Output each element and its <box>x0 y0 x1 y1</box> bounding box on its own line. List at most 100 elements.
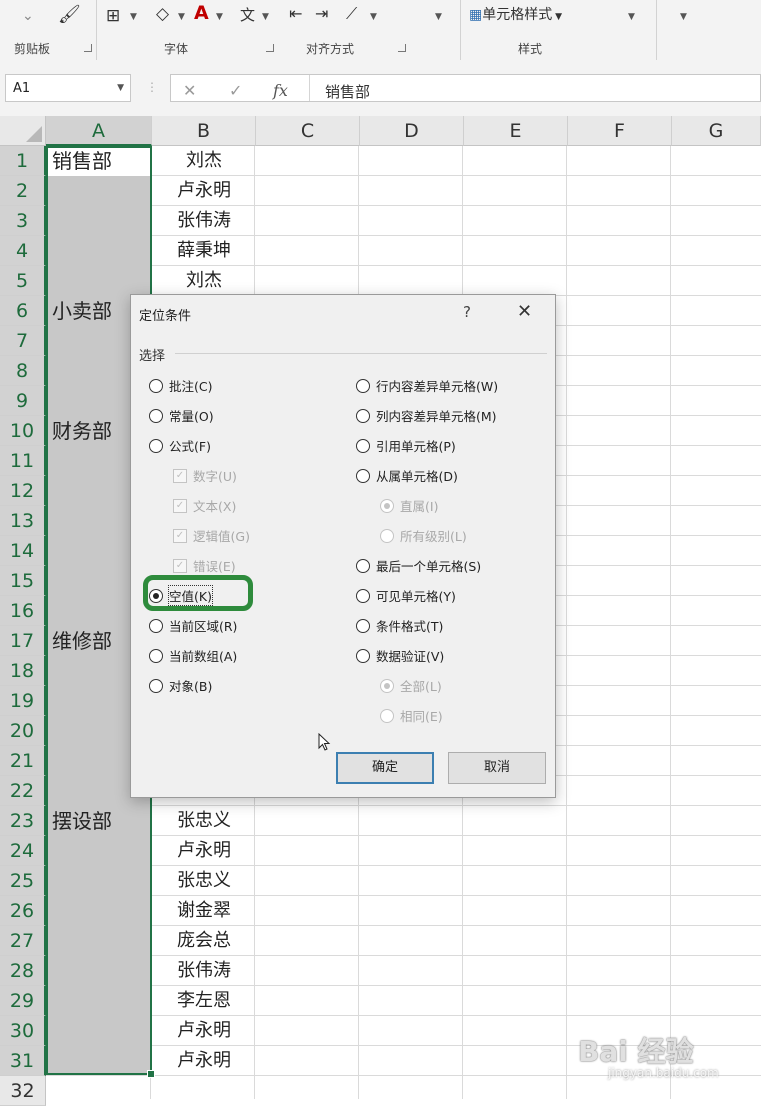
cell-b24[interactable]: 卢永明 <box>152 836 256 866</box>
phonetic-icon[interactable]: 文 <box>240 4 255 25</box>
radio-conditional-formats[interactable] <box>356 619 370 633</box>
cell-b3[interactable]: 张伟涛 <box>152 206 256 236</box>
insert-function-icon[interactable]: fx <box>273 81 288 100</box>
cell-b31[interactable]: 卢永明 <box>152 1046 256 1076</box>
column-header-e[interactable]: E <box>464 116 568 146</box>
row-header-23[interactable]: 23 <box>0 806 46 836</box>
row-header-8[interactable]: 8 <box>0 356 46 386</box>
row-header-25[interactable]: 25 <box>0 866 46 896</box>
enter-icon[interactable]: ✓ <box>229 81 242 100</box>
row-header-9[interactable]: 9 <box>0 386 46 416</box>
decrease-indent-icon[interactable]: ⇤ <box>289 4 302 23</box>
row-header-21[interactable]: 21 <box>0 746 46 776</box>
row-header-6[interactable]: 6 <box>0 296 46 326</box>
cell-b29[interactable]: 李左恩 <box>152 986 256 1016</box>
column-header-a[interactable]: A <box>46 116 152 146</box>
name-box[interactable]: A1 ▼ <box>5 74 131 102</box>
row-header-4[interactable]: 4 <box>0 236 46 266</box>
orientation-icon[interactable]: ⟋ <box>346 4 357 24</box>
radio-column-differences[interactable] <box>356 409 370 423</box>
chevron-down-icon[interactable]: ▼ <box>130 12 137 22</box>
cancel-icon[interactable]: ✕ <box>183 81 196 100</box>
dialog-launcher-icon[interactable] <box>266 44 274 52</box>
cell-b25[interactable]: 张忠义 <box>152 866 256 896</box>
radio-formulas[interactable] <box>149 439 163 453</box>
radio-dependents[interactable] <box>356 469 370 483</box>
row-header-14[interactable]: 14 <box>0 536 46 566</box>
cancel-button[interactable]: 取消 <box>448 752 546 784</box>
row-header-13[interactable]: 13 <box>0 506 46 536</box>
cell-b23[interactable]: 张忠义 <box>152 806 256 836</box>
row-header-19[interactable]: 19 <box>0 686 46 716</box>
radio-current-region[interactable] <box>149 619 163 633</box>
row-header-27[interactable]: 27 <box>0 926 46 956</box>
cell-b26[interactable]: 谢金翠 <box>152 896 256 926</box>
radio-comments[interactable] <box>149 379 163 393</box>
cell-a17[interactable]: 维修部 <box>52 626 112 656</box>
borders-icon[interactable]: ⊞ <box>106 6 120 26</box>
row-header-12[interactable]: 12 <box>0 476 46 506</box>
dialog-launcher-icon[interactable] <box>84 44 92 52</box>
cut-icon[interactable]: ⌄ <box>22 8 34 24</box>
column-header-c[interactable]: C <box>256 116 360 146</box>
radio-current-array[interactable] <box>149 649 163 663</box>
row-header-16[interactable]: 16 <box>0 596 46 626</box>
row-header-10[interactable]: 10 <box>0 416 46 446</box>
increase-indent-icon[interactable]: ⇥ <box>315 4 328 23</box>
chevron-down-icon[interactable]: ▼ <box>628 12 635 22</box>
row-header-26[interactable]: 26 <box>0 896 46 926</box>
formula-input[interactable]: ✕ ✓ fx 销售部 <box>170 74 761 102</box>
row-header-7[interactable]: 7 <box>0 326 46 356</box>
select-all-button[interactable] <box>0 116 46 146</box>
cell-b30[interactable]: 卢永明 <box>152 1016 256 1046</box>
chevron-down-icon[interactable]: ▼ <box>435 12 442 22</box>
cell-b1[interactable]: 刘杰 <box>152 146 256 176</box>
row-header-5[interactable]: 5 <box>0 266 46 296</box>
row-header-11[interactable]: 11 <box>0 446 46 476</box>
chevron-down-icon[interactable]: ▼ <box>680 12 687 22</box>
chevron-down-icon[interactable]: ▼ <box>370 12 377 22</box>
radio-row-differences[interactable] <box>356 379 370 393</box>
font-color-icon[interactable]: A <box>194 2 209 24</box>
radio-constants[interactable] <box>149 409 163 423</box>
row-header-20[interactable]: 20 <box>0 716 46 746</box>
column-header-d[interactable]: D <box>360 116 464 146</box>
row-header-1[interactable]: 1 <box>0 146 46 176</box>
cell-b5[interactable]: 刘杰 <box>152 266 256 296</box>
row-header-3[interactable]: 3 <box>0 206 46 236</box>
column-header-b[interactable]: B <box>152 116 256 146</box>
dialog-launcher-icon[interactable] <box>398 44 406 52</box>
radio-objects[interactable] <box>149 679 163 693</box>
row-header-28[interactable]: 28 <box>0 956 46 986</box>
radio-visible-cells[interactable] <box>356 589 370 603</box>
radio-data-validation[interactable] <box>356 649 370 663</box>
row-header-31[interactable]: 31 <box>0 1046 46 1076</box>
row-header-22[interactable]: 22 <box>0 776 46 806</box>
cell-b27[interactable]: 庞会总 <box>152 926 256 956</box>
radio-last-cell[interactable] <box>356 559 370 573</box>
cell-a10[interactable]: 财务部 <box>52 416 112 446</box>
row-header-18[interactable]: 18 <box>0 656 46 686</box>
help-icon[interactable]: ? <box>463 303 471 321</box>
row-header-30[interactable]: 30 <box>0 1016 46 1046</box>
chevron-down-icon[interactable]: ▼ <box>178 12 185 22</box>
row-header-29[interactable]: 29 <box>0 986 46 1016</box>
row-header-24[interactable]: 24 <box>0 836 46 866</box>
close-icon[interactable]: ✕ <box>517 301 532 322</box>
column-header-g[interactable]: G <box>672 116 761 146</box>
cell-b2[interactable]: 卢永明 <box>152 176 256 206</box>
radio-precedents[interactable] <box>356 439 370 453</box>
row-header-32[interactable]: 32 <box>0 1076 46 1106</box>
row-header-15[interactable]: 15 <box>0 566 46 596</box>
cell-a23[interactable]: 摆设部 <box>52 806 112 836</box>
ok-button[interactable]: 确定 <box>336 752 434 784</box>
cell-a6[interactable]: 小卖部 <box>52 296 112 326</box>
format-painter-icon[interactable]: 🖌 <box>58 4 81 25</box>
cell-b4[interactable]: 薛秉坤 <box>152 236 256 266</box>
fill-color-icon[interactable]: ◇ <box>156 4 169 24</box>
drag-handle-icon[interactable]: ⋮ <box>146 80 158 94</box>
cell-styles-button[interactable]: ▦单元格样式 ▼ <box>469 4 562 24</box>
cell-b28[interactable]: 张伟涛 <box>152 956 256 986</box>
row-header-17[interactable]: 17 <box>0 626 46 656</box>
column-header-f[interactable]: F <box>568 116 672 146</box>
